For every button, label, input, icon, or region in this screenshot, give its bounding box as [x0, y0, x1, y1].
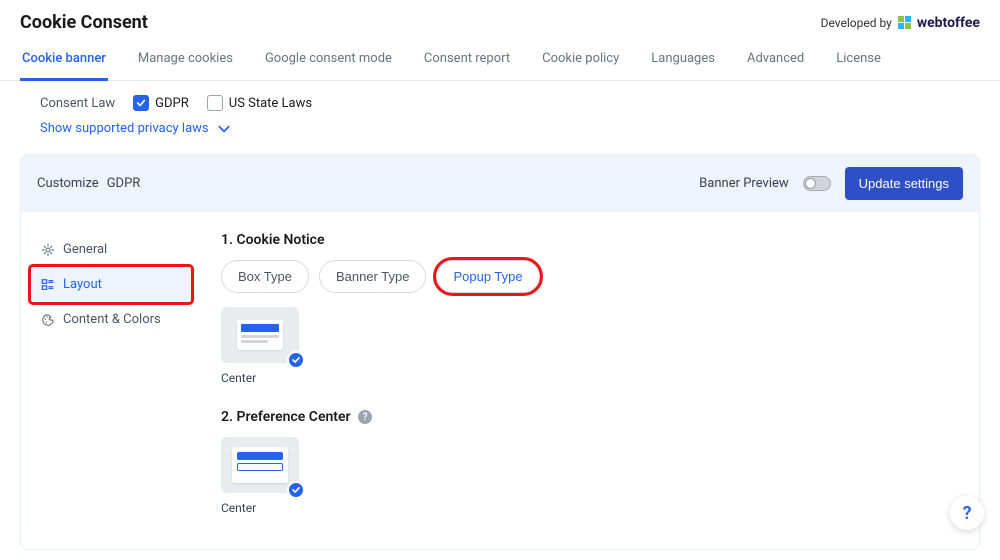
side-item-general[interactable]: General — [31, 232, 191, 267]
gear-icon — [41, 243, 55, 257]
notice-preview-center[interactable] — [221, 307, 299, 363]
side-nav: General Layout Content & Colors — [21, 212, 191, 549]
preference-preview-center[interactable] — [221, 437, 299, 493]
checkbox-us-state-laws[interactable]: US State Laws — [207, 95, 312, 111]
tab-google-consent-mode[interactable]: Google consent mode — [263, 41, 394, 80]
tab-cookie-banner[interactable]: Cookie banner — [20, 41, 108, 81]
layout-icon — [41, 278, 55, 292]
page-title: Cookie Consent — [20, 12, 148, 33]
checkbox-us-box[interactable] — [207, 95, 223, 111]
banner-type-button[interactable]: Banner Type — [319, 260, 426, 293]
checkbox-gdpr[interactable]: GDPR — [133, 95, 189, 111]
banner-preview-label: Banner Preview — [699, 176, 788, 191]
developed-by: Developed by webtoffee — [821, 15, 980, 31]
show-supported-privacy-laws-link[interactable]: Show supported privacy laws — [0, 117, 1000, 148]
palette-icon — [41, 313, 55, 327]
chevron-down-icon — [217, 122, 231, 136]
customize-label: Customize — [37, 176, 99, 191]
info-icon[interactable]: ? — [358, 410, 372, 424]
customize-target: GDPR — [107, 176, 141, 191]
tab-manage-cookies[interactable]: Manage cookies — [136, 41, 235, 80]
customize-panel: Customize GDPR Banner Preview Update set… — [20, 154, 980, 550]
tab-languages[interactable]: Languages — [649, 41, 717, 80]
cookie-notice-title: 1. Cookie Notice — [221, 232, 959, 248]
consent-law-label: Consent Law — [40, 96, 115, 111]
notice-type-buttons: Box Type Banner Type Popup Type — [221, 260, 959, 293]
checkbox-gdpr-box[interactable] — [133, 95, 149, 111]
notice-caption: Center — [221, 371, 299, 385]
tab-license[interactable]: License — [834, 41, 883, 80]
check-badge-icon — [287, 481, 305, 499]
side-item-content-colors[interactable]: Content & Colors — [31, 302, 191, 337]
banner-preview-toggle[interactable] — [803, 176, 831, 191]
tab-bar: Cookie banner Manage cookies Google cons… — [0, 41, 1000, 81]
check-badge-icon — [287, 351, 305, 369]
tab-consent-report[interactable]: Consent report — [422, 41, 512, 80]
popup-type-button[interactable]: Popup Type — [436, 260, 539, 293]
tab-advanced[interactable]: Advanced — [745, 41, 806, 80]
consent-law-row: Consent Law GDPR US State Laws — [0, 81, 1000, 117]
preference-center-title: 2. Preference Center ? — [221, 409, 959, 425]
webtoffee-logo[interactable]: webtoffee — [898, 15, 980, 31]
preference-caption: Center — [221, 501, 299, 515]
update-settings-button[interactable]: Update settings — [845, 167, 963, 200]
box-type-button[interactable]: Box Type — [221, 260, 309, 293]
tab-cookie-policy[interactable]: Cookie policy — [540, 41, 621, 80]
help-button[interactable]: ? — [950, 496, 984, 530]
side-item-layout[interactable]: Layout — [31, 267, 191, 302]
